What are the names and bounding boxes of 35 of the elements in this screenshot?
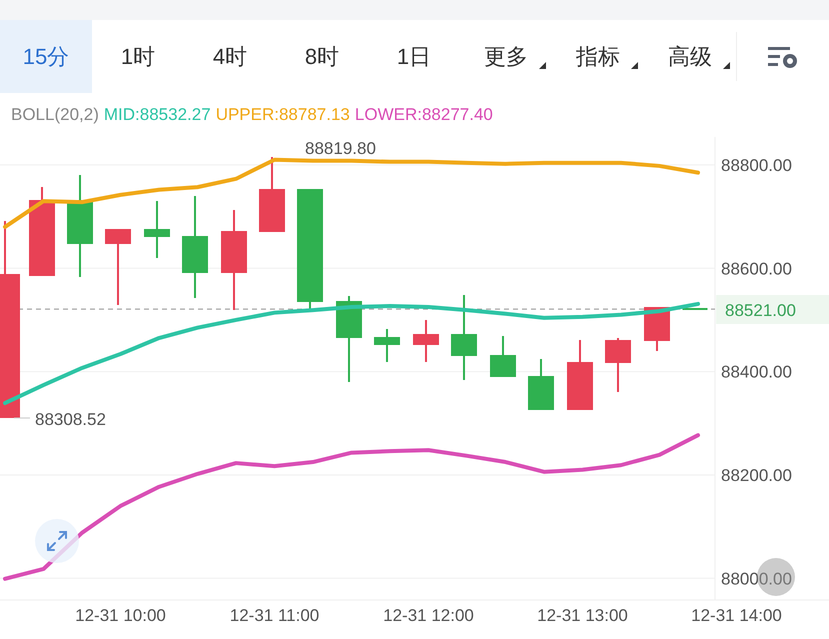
candlestick bbox=[682, 308, 708, 310]
high-price-label: 88819.80 bbox=[305, 139, 376, 158]
timeframe-tab[interactable]: 1日 bbox=[368, 20, 460, 93]
x-axis-label: 12-31 12:00 bbox=[383, 606, 474, 625]
candlestick bbox=[605, 338, 631, 392]
indicator-reading: UPPER:88787.13 bbox=[216, 104, 350, 126]
y-axis-label: 88400.00 bbox=[721, 362, 792, 382]
timeframe-tab[interactable]: 15分 bbox=[0, 20, 92, 93]
timeframe-tab[interactable]: 4时 bbox=[184, 20, 276, 93]
y-axis-label: 88200.00 bbox=[721, 466, 792, 485]
last-price-tag: 88521.00 bbox=[716, 295, 829, 324]
candlestick bbox=[490, 336, 516, 377]
y-axis-label: 88600.00 bbox=[721, 259, 792, 278]
candlestick bbox=[413, 320, 439, 362]
indicator-reading: LOWER:88277.40 bbox=[354, 104, 493, 126]
x-axis-label: 12-31 10:00 bbox=[75, 606, 166, 625]
candlestick bbox=[144, 201, 170, 258]
timeframe-tab[interactable]: 1时 bbox=[92, 20, 184, 93]
timeframe-tab[interactable]: 8时 bbox=[276, 20, 368, 93]
candlestick bbox=[374, 329, 400, 362]
expand-icon bbox=[45, 529, 69, 553]
timeframe-tab[interactable]: 指标 bbox=[552, 20, 644, 93]
candlestick bbox=[567, 340, 593, 410]
candlestick bbox=[528, 359, 554, 410]
x-axis-label: 12-31 14:00 bbox=[691, 606, 782, 625]
y-axis-label: 88800.00 bbox=[721, 156, 792, 175]
expand-button[interactable] bbox=[35, 519, 79, 563]
indicator-reading: MID:88532.27 bbox=[104, 104, 211, 126]
timeframe-tab[interactable]: 更多 bbox=[460, 20, 552, 93]
x-axis-label: 12-31 11:00 bbox=[230, 606, 320, 625]
indicator-name: BOLL(20,2) bbox=[11, 104, 99, 126]
timeframe-tab[interactable]: 高级 bbox=[644, 20, 736, 93]
x-axis-label: 12-31 13:00 bbox=[537, 606, 628, 625]
y-axis-label: 88000.00 bbox=[721, 569, 792, 588]
low-price-label: 88308.52 bbox=[35, 410, 106, 429]
